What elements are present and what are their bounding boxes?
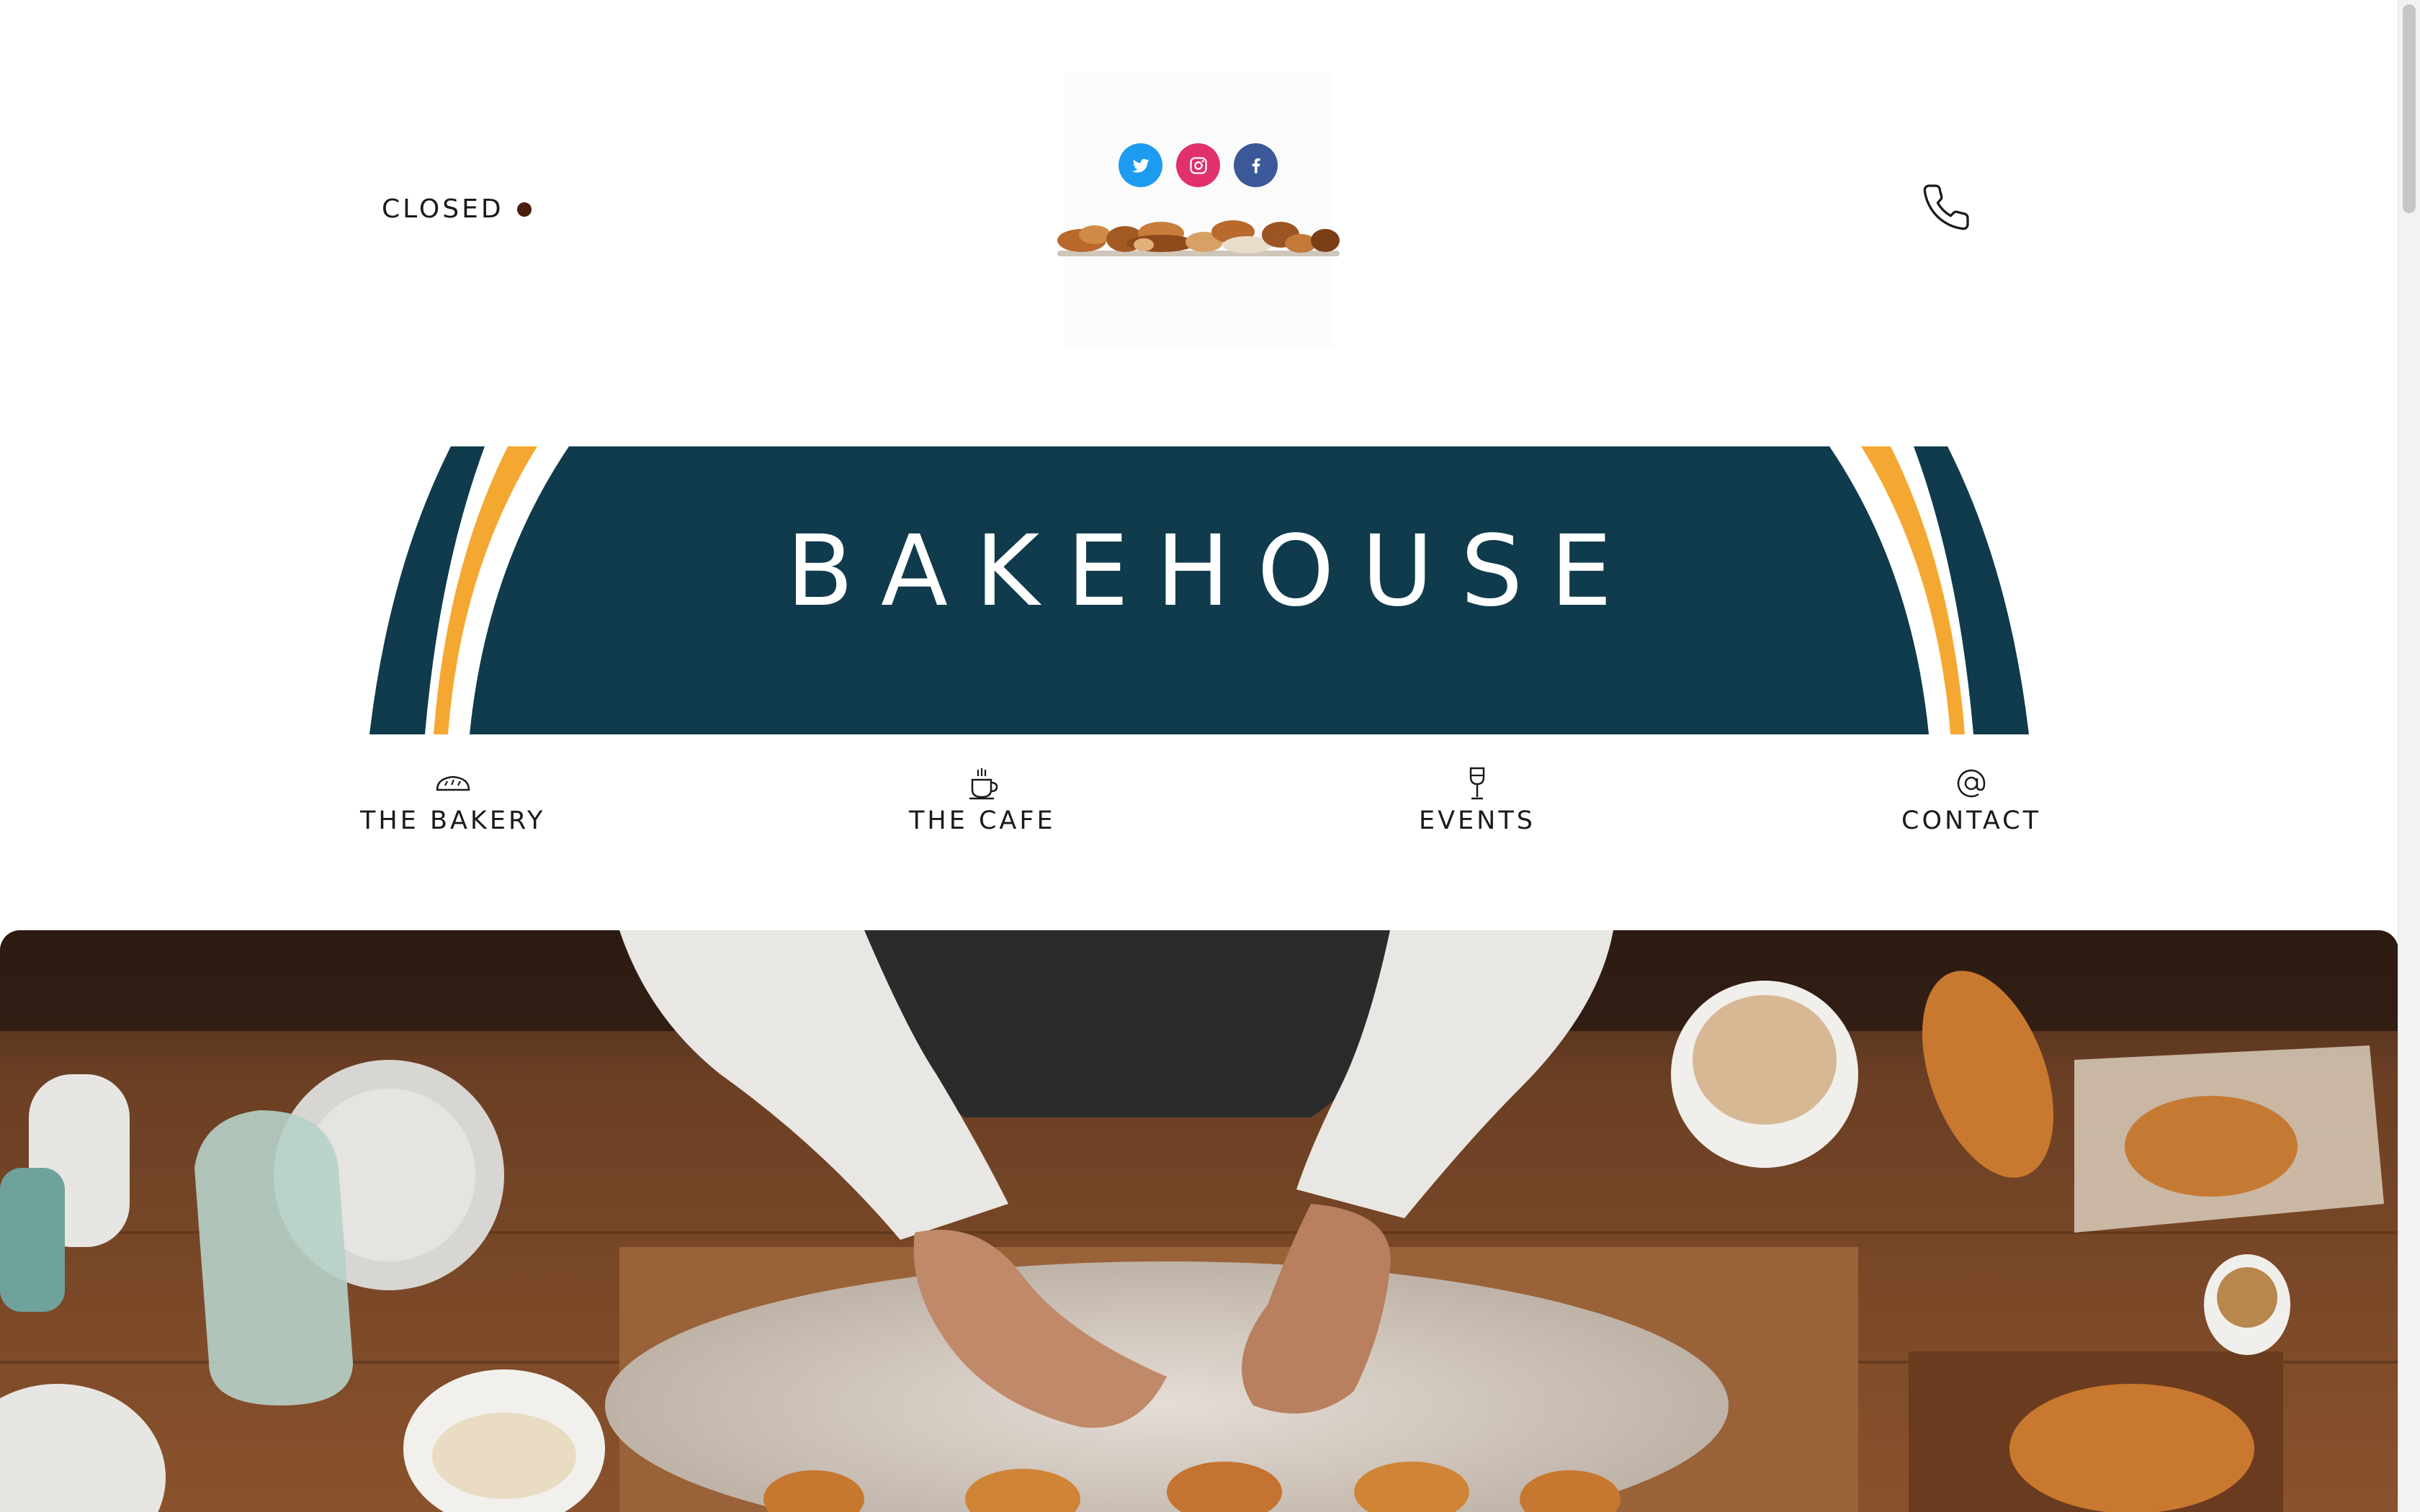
page-scrollbar[interactable]: [2398, 0, 2420, 1512]
social-links: [1119, 143, 1278, 187]
wine-glass-icon: [1456, 765, 1498, 802]
nav-label-cafe: THE CAFE: [909, 806, 1056, 835]
bread-icon: [432, 765, 474, 802]
instagram-icon: [1189, 156, 1207, 174]
nav-label-bakery: THE BAKERY: [360, 806, 546, 835]
nav-the-cafe[interactable]: THE CAFE: [909, 765, 1056, 835]
brand-title: BAKEHOUSE: [786, 515, 1640, 629]
nav-label-events: EVENTS: [1419, 806, 1536, 835]
phone-icon[interactable]: [1920, 181, 1972, 233]
facebook-button[interactable]: [1234, 143, 1278, 187]
nav-label-contact: CONTACT: [1901, 806, 2041, 835]
twitter-button[interactable]: [1119, 143, 1162, 187]
facebook-icon: [1252, 158, 1260, 173]
page: CLOSED BAKEHOUSE THE BAKERY THE CAFE EVE…: [0, 0, 2398, 1512]
at-sign-icon: [1950, 765, 1992, 802]
nav-contact[interactable]: CONTACT: [1901, 765, 2041, 835]
open-status: CLOSED: [382, 194, 532, 224]
bread-assortment-logo[interactable]: [1053, 206, 1344, 261]
nav-the-bakery[interactable]: THE BAKERY: [360, 765, 545, 835]
instagram-button[interactable]: [1176, 143, 1220, 187]
status-dot-icon: [516, 202, 532, 217]
scrollbar-thumb[interactable]: [2403, 4, 2416, 213]
hero-image: [0, 930, 2398, 1512]
twitter-icon: [1131, 158, 1150, 173]
nav-events[interactable]: EVENTS: [1419, 765, 1536, 835]
coffee-cup-icon: [962, 765, 1003, 802]
status-label: CLOSED: [382, 194, 504, 224]
